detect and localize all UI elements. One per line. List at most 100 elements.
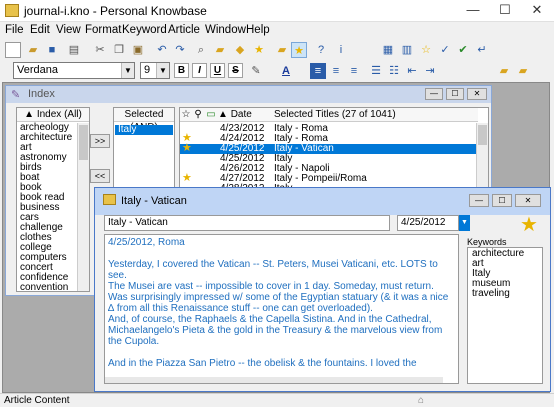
- article-paragraph: And in the Piazza San Pietro -- the obel…: [108, 358, 417, 369]
- save-icon[interactable]: ■: [44, 42, 60, 58]
- minimize-button[interactable]: —: [458, 0, 488, 21]
- close-button[interactable]: ✕: [515, 194, 541, 207]
- keyword-scrollbar[interactable]: [77, 123, 89, 291]
- italic-button[interactable]: I: [192, 63, 207, 78]
- check-icon[interactable]: ✔: [455, 42, 471, 58]
- maximize-button[interactable]: ☐: [446, 88, 464, 100]
- new-icon[interactable]: [5, 42, 21, 58]
- underline-button[interactable]: U: [210, 63, 225, 78]
- date-dropdown-icon[interactable]: ▼: [459, 215, 470, 231]
- help-icon[interactable]: ?: [313, 42, 329, 58]
- star-toggle-icon[interactable]: ☆: [418, 42, 434, 58]
- chevron-down-icon: ▼: [156, 63, 169, 78]
- star-icon[interactable]: ★: [251, 42, 267, 58]
- add-keyword-button[interactable]: >>: [90, 134, 110, 148]
- open-icon[interactable]: ▰: [25, 42, 41, 58]
- status-bar: Article Content ⌂: [0, 393, 554, 407]
- menu-window[interactable]: Window: [205, 24, 246, 36]
- menu-help[interactable]: Help: [246, 24, 270, 36]
- font-color-button[interactable]: A: [278, 63, 294, 79]
- bold-button[interactable]: B: [174, 63, 189, 78]
- index-header: ▲ Index (All): [17, 108, 89, 122]
- folder-icon[interactable]: ▰: [212, 42, 228, 58]
- index-icon: ✎: [11, 89, 21, 101]
- columns-icon[interactable]: ▥: [399, 42, 415, 58]
- star-filter-icon[interactable]: ★: [291, 42, 307, 58]
- menu-article[interactable]: Article: [168, 24, 200, 36]
- redo-icon[interactable]: ↷: [172, 42, 188, 58]
- list-item[interactable]: convention: [17, 283, 77, 292]
- article-date-field[interactable]: 4/25/2012: [397, 215, 459, 231]
- font-size-select[interactable]: 9 ▼: [140, 62, 170, 79]
- layout-icon[interactable]: ▦: [380, 42, 396, 58]
- menu-edit[interactable]: Edit: [30, 24, 50, 36]
- scroll-thumb[interactable]: [79, 125, 88, 160]
- align-center-icon[interactable]: ≡: [328, 63, 344, 79]
- indent-icon[interactable]: ⇥: [422, 63, 438, 79]
- folder-save-icon[interactable]: ▰: [515, 63, 531, 79]
- link-column-icon[interactable]: ▭: [204, 108, 218, 122]
- wrap-icon[interactable]: ↵: [474, 42, 490, 58]
- scroll-thumb[interactable]: [478, 125, 487, 145]
- keyword-items: archeology architecture art astronomy bi…: [17, 123, 77, 292]
- article-paragraph: 4/25/2012, Roma: [108, 237, 185, 248]
- list-item[interactable]: traveling: [469, 289, 541, 299]
- highlight-icon[interactable]: ✎: [248, 63, 264, 79]
- filter-icon[interactable]: ▰: [274, 42, 290, 58]
- folder-open-icon[interactable]: ▰: [496, 63, 512, 79]
- outdent-icon[interactable]: ⇤: [404, 63, 420, 79]
- menu-format[interactable]: Format: [85, 24, 121, 36]
- undo-icon[interactable]: ↶: [154, 42, 170, 58]
- date-column-header[interactable]: ▲ Date: [218, 108, 270, 122]
- align-right-icon[interactable]: ≡: [346, 63, 362, 79]
- menu-view[interactable]: View: [56, 24, 81, 36]
- find-icon[interactable]: ⌕: [193, 42, 209, 58]
- align-left-icon[interactable]: ≡: [310, 63, 326, 79]
- star-column-icon[interactable]: ☆: [180, 108, 192, 122]
- maximize-button[interactable]: ☐: [492, 194, 512, 207]
- minimize-button[interactable]: —: [425, 88, 443, 100]
- favorite-star-icon[interactable]: ★: [520, 212, 538, 237]
- spell-check-icon[interactable]: ✓: [437, 42, 453, 58]
- print-icon[interactable]: ▤: [66, 42, 82, 58]
- article-window-caption: Italy - Vatican — ☐ ✕: [95, 188, 550, 215]
- article-editor[interactable]: 4/25/2012, Roma Yesterday, I covered the…: [104, 234, 459, 384]
- font-select[interactable]: Verdana ▼: [13, 62, 135, 79]
- date-header-label: Date: [230, 109, 252, 120]
- close-button[interactable]: ✕: [467, 88, 487, 100]
- numbering-icon[interactable]: ☷: [386, 63, 402, 79]
- font-size: 9: [144, 64, 151, 76]
- keyword-list[interactable]: ▲ Index (All) archeology architecture ar…: [16, 107, 90, 292]
- strike-button[interactable]: S: [228, 63, 243, 78]
- star-icon: ★: [182, 142, 192, 154]
- keywords-label: Keywords: [467, 237, 507, 247]
- keyword-icon[interactable]: ◆: [232, 42, 248, 58]
- close-button[interactable]: ✕: [522, 0, 552, 21]
- selected-item[interactable]: Italy: [115, 125, 173, 135]
- attachment-column-icon[interactable]: ⚲: [192, 108, 204, 122]
- titles-column-header[interactable]: Selected Titles (27 of 1041): [270, 108, 478, 122]
- sort-icon: ▲: [218, 109, 231, 120]
- title-bar: journal-i.kno - Personal Knowbase — ☐ ✕: [0, 0, 554, 22]
- maximize-button[interactable]: ☐: [490, 0, 520, 21]
- info-icon[interactable]: i: [333, 42, 349, 58]
- cut-icon[interactable]: ✂: [92, 42, 108, 58]
- article-keyword-list[interactable]: architecture art Italy museum traveling: [467, 247, 543, 384]
- status-text: Article Content: [4, 395, 70, 406]
- selected-header: Selected (AND): [114, 108, 174, 133]
- article-title-field[interactable]: Italy - Vatican: [104, 215, 390, 231]
- paste-icon[interactable]: ▣: [130, 42, 146, 58]
- bullets-icon[interactable]: ☰: [368, 63, 384, 79]
- remove-keyword-button[interactable]: <<: [90, 169, 110, 183]
- menu-keyword[interactable]: Keyword: [122, 24, 167, 36]
- main-toolbar: ▰ ■ ▤ ✂ ❐ ▣ ↶ ↷ ⌕ ▰ ◆ ★ ▰ ★ ? i ▦ ▥ ☆ ✓ …: [0, 40, 554, 60]
- index-window-caption: ✎ Index — ☐ ✕: [6, 86, 491, 103]
- minimize-button[interactable]: —: [469, 194, 489, 207]
- window-title: journal-i.kno - Personal Knowbase: [24, 4, 207, 18]
- article-window-title: Italy - Vatican: [121, 195, 187, 207]
- copy-icon[interactable]: ❐: [111, 42, 127, 58]
- editor-hscrollbar[interactable]: [105, 377, 443, 383]
- menu-file[interactable]: File: [5, 24, 24, 36]
- article-icon: [103, 194, 116, 205]
- app-icon: [5, 4, 19, 17]
